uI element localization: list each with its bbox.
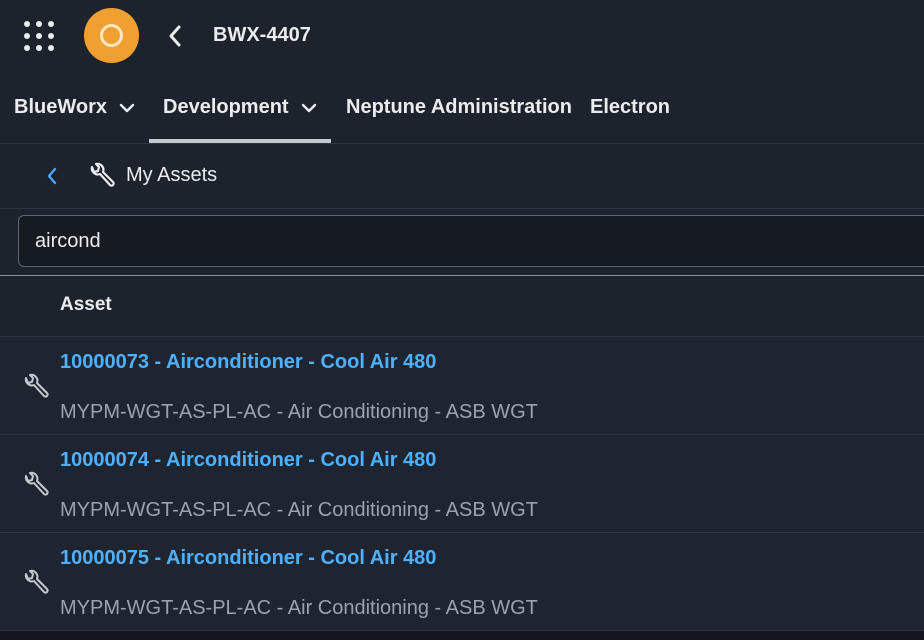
asset-subtitle: MYPM-WGT-AS-PL-AC - Air Conditioning - A… [60,499,538,521]
asset-title[interactable]: 10000074 - Airconditioner - Cool Air 480 [60,449,436,472]
tab-label: Electron [590,96,671,118]
asset-title[interactable]: 10000075 - Airconditioner - Cool Air 480 [60,547,436,570]
shell-back-button[interactable] [160,20,190,52]
tab-label: BlueWorx [14,96,107,118]
nav-tabs: BlueWorx Development Neptune Administrat… [0,72,924,144]
footer-strip [0,631,924,640]
wrench-icon [24,373,49,398]
search-bar [0,209,924,276]
asset-subtitle: MYPM-WGT-AS-PL-AC - Air Conditioning - A… [60,401,538,423]
asset-title[interactable]: 10000073 - Airconditioner - Cool Air 480 [60,351,436,374]
page-back-button[interactable] [38,162,66,190]
tab-development[interactable]: Development [149,72,331,143]
company-logo[interactable] [84,8,139,63]
asset-subtitle: MYPM-WGT-AS-PL-AC - Air Conditioning - A… [60,597,538,619]
chevron-left-icon [47,167,57,185]
table-row[interactable]: 10000075 - Airconditioner - Cool Air 480… [0,533,924,631]
chevron-down-icon [119,103,135,113]
wrench-icon [24,569,49,594]
wrench-icon [24,471,49,496]
page-title: My Assets [126,164,218,186]
tab-blueworx[interactable]: BlueWorx [14,72,135,143]
tab-neptune-administration[interactable]: Neptune Administration [346,72,572,143]
tab-label: Neptune Administration [346,96,572,118]
chevron-down-icon [301,103,317,113]
shell-title: BWX-4407 [213,24,311,46]
table-row[interactable]: 10000074 - Airconditioner - Cool Air 480… [0,435,924,533]
page-header: My Assets [0,144,924,209]
table-header: Asset [0,276,924,337]
tab-electron[interactable]: Electron [590,72,670,143]
search-input[interactable] [18,215,924,267]
tab-label: Development [163,96,289,118]
table-row[interactable]: 10000073 - Airconditioner - Cool Air 480… [0,337,924,435]
wrench-icon [90,162,115,187]
chevron-left-icon [169,25,181,47]
shell-bar: BWX-4407 [0,0,924,72]
grid-icon[interactable] [22,19,56,53]
column-header-asset: Asset [60,294,112,315]
